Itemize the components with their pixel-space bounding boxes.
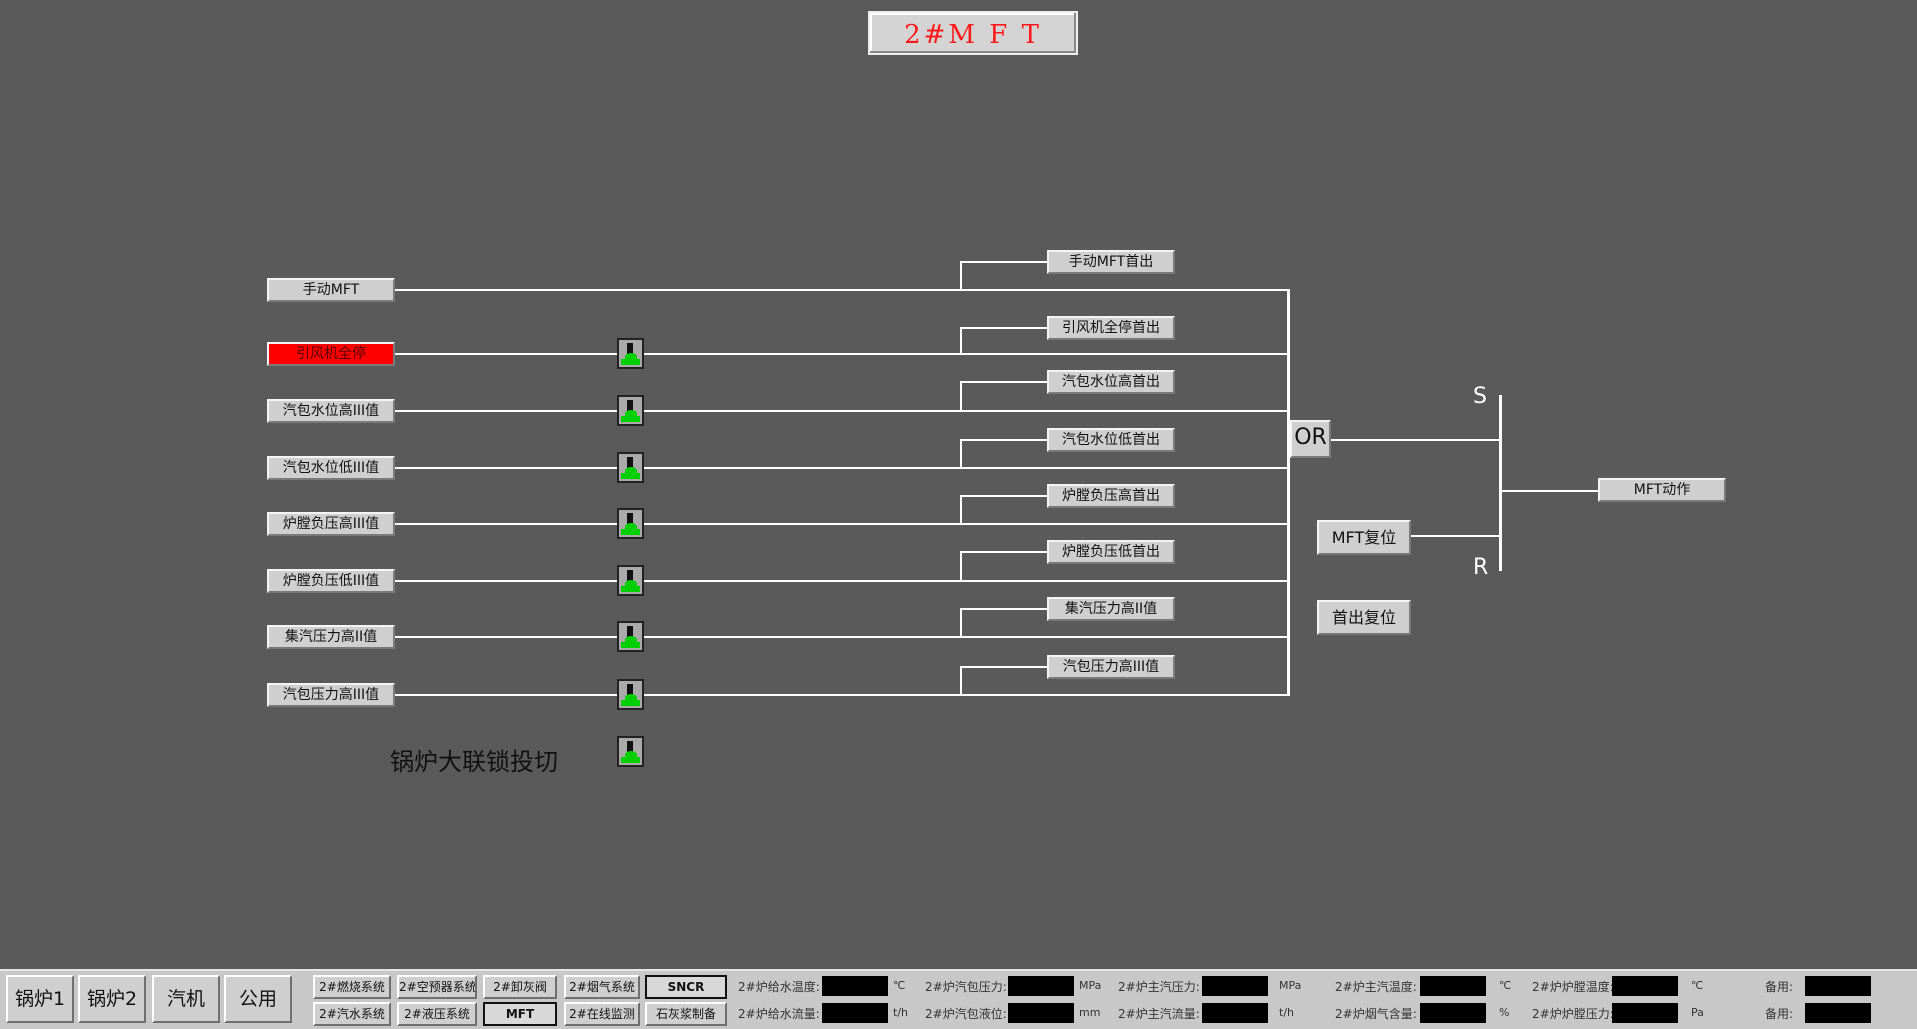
or-gate: OR [1290, 420, 1331, 458]
status-value-box [822, 1003, 888, 1023]
status-value-box [1420, 1003, 1486, 1023]
status-unit: Pa [1691, 1006, 1704, 1019]
mft-action-indicator: MFT动作 [1598, 478, 1726, 502]
first-out-indicator: 炉膛负压高首出 [1047, 484, 1175, 508]
nav-main-button[interactable]: 锅炉2 [78, 975, 146, 1023]
status-label: 2#炉主汽流量: [1118, 1007, 1200, 1021]
status-value-box [1612, 976, 1678, 996]
bypass-switch-icon[interactable] [617, 621, 644, 652]
nav-sub-button[interactable]: 2#在线监测 [564, 1002, 640, 1026]
bypass-switch-icon[interactable] [617, 338, 644, 369]
status-unit: MPa [1279, 979, 1302, 992]
nav-sub-button[interactable]: 2#空预器系统 [397, 975, 477, 999]
nav-sub-button[interactable]: 2#烟气系统 [564, 975, 640, 999]
status-label: 2#炉给水温度: [738, 980, 820, 994]
nav-sub-button[interactable]: SNCR [645, 975, 727, 999]
reset-label: R [1473, 555, 1489, 580]
nav-sub-button[interactable]: 2#燃烧系统 [313, 975, 391, 999]
page-title: 2#M F T [868, 11, 1078, 55]
nav-main-button[interactable]: 汽机 [152, 975, 220, 1023]
bypass-switch-icon[interactable] [617, 679, 644, 710]
status-label: 2#炉汽包液位: [925, 1007, 1007, 1021]
status-value-box [1008, 1003, 1074, 1023]
status-unit: MPa [1079, 979, 1102, 992]
status-value-box [1202, 1003, 1268, 1023]
first-out-indicator: 引风机全停首出 [1047, 316, 1175, 340]
status-label: 2#炉炉膛压力: [1532, 1007, 1614, 1021]
input-signal-button[interactable]: 汽包压力高III值 [267, 683, 395, 707]
nav-sub-button[interactable]: 2#液压系统 [397, 1002, 477, 1026]
status-unit: mm [1079, 1006, 1101, 1019]
status-unit: t/h [1279, 1006, 1294, 1019]
interlock-switch-icon[interactable] [617, 736, 644, 767]
input-signal-button[interactable]: 集汽压力高II值 [267, 625, 395, 649]
status-value-box [1805, 976, 1871, 996]
input-signal-button[interactable]: 汽包水位高III值 [267, 399, 395, 423]
status-label: 备用: [1765, 980, 1794, 994]
input-signal-button[interactable]: 手动MFT [267, 278, 395, 302]
status-label: 2#炉主汽压力: [1118, 980, 1200, 994]
first-out-indicator: 炉膛负压低首出 [1047, 540, 1175, 564]
input-signal-button[interactable]: 引风机全停 [267, 342, 395, 366]
nav-sub-button[interactable]: 石灰浆制备 [645, 1002, 727, 1026]
firstout-reset-button[interactable]: 首出复位 [1317, 600, 1411, 635]
status-value-box [1805, 1003, 1871, 1023]
input-signal-button[interactable]: 炉膛负压高III值 [267, 512, 395, 536]
bypass-switch-icon[interactable] [617, 508, 644, 539]
mft-reset-button[interactable]: MFT复位 [1317, 520, 1411, 555]
first-out-indicator: 集汽压力高II值 [1047, 597, 1175, 621]
status-label: 备用: [1765, 1007, 1794, 1021]
nav-main-button[interactable]: 锅炉1 [6, 975, 74, 1023]
status-label: 2#炉烟气含量: [1335, 1007, 1417, 1021]
first-out-indicator: 汽包压力高III值 [1047, 655, 1175, 679]
interlock-label: 锅炉大联锁投切 [390, 748, 558, 776]
status-label: 2#炉给水流量: [738, 1007, 820, 1021]
bypass-switch-icon[interactable] [617, 452, 644, 483]
status-label: 2#炉主汽温度: [1335, 980, 1417, 994]
status-value-box [1202, 976, 1268, 996]
status-unit: ℃ [1691, 979, 1704, 992]
status-unit: % [1499, 1006, 1510, 1019]
input-signal-button[interactable]: 炉膛负压低III值 [267, 569, 395, 593]
nav-sub-button[interactable]: MFT [483, 1002, 557, 1026]
or-bus-line [1287, 289, 1290, 696]
status-unit: ℃ [1499, 979, 1512, 992]
bypass-switch-icon[interactable] [617, 565, 644, 596]
input-signal-button[interactable]: 汽包水位低III值 [267, 456, 395, 480]
status-label: 2#炉汽包压力: [925, 980, 1007, 994]
first-out-indicator: 汽包水位高首出 [1047, 370, 1175, 394]
status-label: 2#炉炉膛温度: [1532, 980, 1614, 994]
first-out-indicator: 手动MFT首出 [1047, 250, 1175, 274]
status-value-box [1008, 976, 1074, 996]
status-unit: ℃ [893, 979, 906, 992]
nav-main-button[interactable]: 公用 [224, 975, 292, 1023]
status-unit: t/h [893, 1006, 908, 1019]
nav-sub-button[interactable]: 2#卸灰阀 [483, 975, 557, 999]
bypass-switch-icon[interactable] [617, 395, 644, 426]
set-label: S [1473, 384, 1487, 409]
status-value-box [1612, 1003, 1678, 1023]
first-out-indicator: 汽包水位低首出 [1047, 428, 1175, 452]
status-value-box [822, 976, 888, 996]
nav-sub-button[interactable]: 2#汽水系统 [313, 1002, 391, 1026]
status-value-box [1420, 976, 1486, 996]
